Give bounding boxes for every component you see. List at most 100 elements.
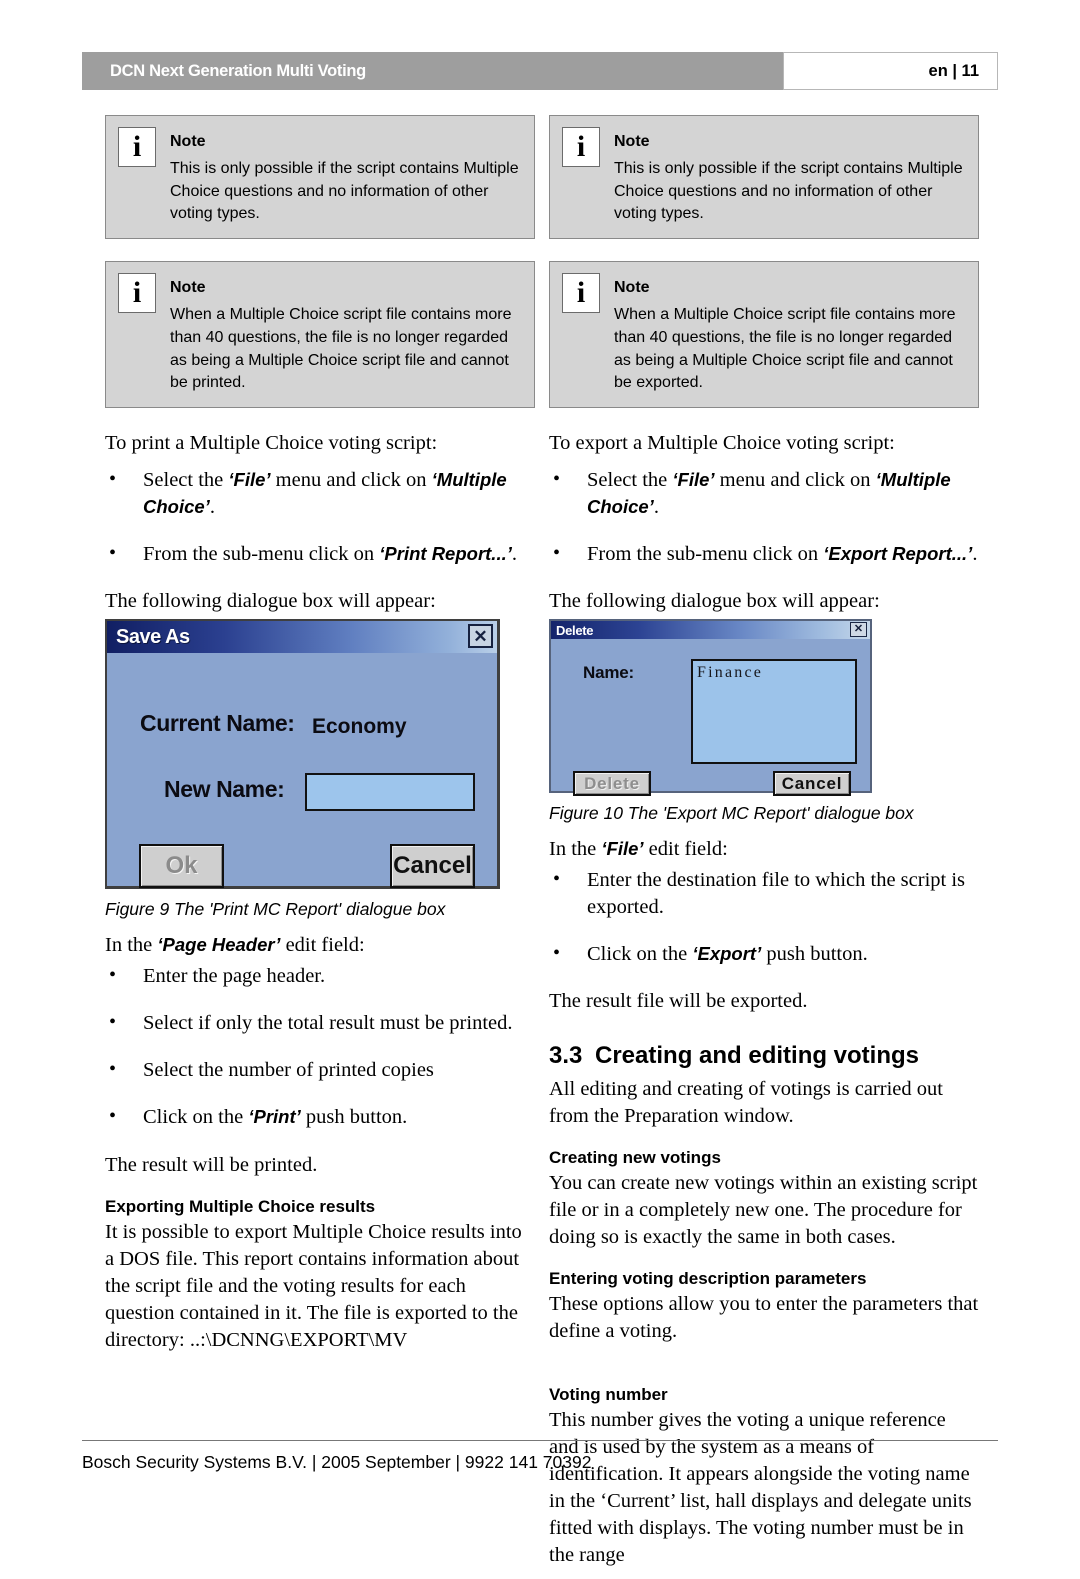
list-item: Click on the ‘Export’ push button. — [549, 940, 979, 968]
footer-divider — [82, 1440, 998, 1441]
voting-number-body: This number gives the voting a unique re… — [549, 1408, 972, 1567]
bullet-text: Click on the — [587, 943, 693, 966]
section-heading-3-3: 3.3 Creating and editing votings — [549, 1042, 979, 1070]
current-name-label: Current Name: — [140, 710, 295, 737]
ui-term-print: ‘Print’ — [248, 1106, 301, 1128]
left-bullet-list-bottom: Enter the page header. Select if only th… — [105, 962, 535, 1131]
ui-term-export-report: ‘Export Report...’ — [823, 543, 973, 565]
right-dialog-lead: The following dialogue box will appear: — [549, 590, 880, 613]
ui-term-page-header: ‘Page Header’ — [157, 934, 281, 956]
dialog-titlebar: Delete ✕ — [551, 621, 870, 640]
right-intro-paragraph: To export a Multiple Choice voting scrip… — [549, 432, 895, 455]
list-item: Select the number of printed copies — [105, 1056, 535, 1084]
left-column: i Note This is only possible if the scri… — [105, 115, 535, 1364]
section-number: 3.3 — [549, 1041, 583, 1069]
new-name-label: New Name: — [164, 776, 285, 803]
voting-number-heading: Voting number — [549, 1384, 668, 1404]
document-title: DCN Next Generation Multi Voting — [110, 61, 366, 80]
right-bullet-list-bottom: Enter the destination file to which the … — [549, 866, 979, 968]
cancel-button[interactable]: Cancel — [390, 844, 475, 889]
bullet-text: From the sub-menu click on — [587, 543, 824, 566]
close-icon[interactable]: ✕ — [468, 624, 493, 649]
creating-new-votings-body: You can create new votings within an exi… — [549, 1171, 978, 1248]
new-name-input[interactable] — [305, 773, 475, 812]
page-footer: Bosch Security Systems B.V. | 2005 Septe… — [82, 1440, 998, 1473]
text-fragment: edit field: — [280, 934, 365, 957]
left-dialog-lead: The following dialogue box will appear: — [105, 590, 436, 613]
page-header: DCN Next Generation Multi Voting en | 11 — [82, 52, 998, 90]
note-text: When a Multiple Choice script file conta… — [170, 306, 512, 392]
left-edit-field-lead: In the ‘Page Header’ edit field: — [105, 932, 535, 959]
current-name-value: Economy — [312, 715, 407, 739]
list-item: Select the ‘File’ menu and click on ‘Mul… — [549, 466, 979, 521]
bullet-text: push button. — [761, 943, 868, 966]
list-item: From the sub-menu click on ‘Print Report… — [105, 540, 535, 568]
ui-term-print-report: ‘Print Report...’ — [379, 543, 512, 565]
ui-term-file: ‘File’ — [228, 469, 271, 491]
bullet-text: Select the — [143, 469, 229, 492]
name-listbox[interactable]: Finance — [691, 659, 857, 765]
bullet-text: Select the — [587, 469, 673, 492]
section-body: All editing and creating of votings is c… — [549, 1077, 943, 1127]
entering-parameters-heading: Entering voting description parameters — [549, 1268, 867, 1288]
note-title: Note — [170, 279, 206, 297]
note-box-print-possible: i Note This is only possible if the scri… — [105, 115, 535, 240]
name-label: Name: — [583, 663, 634, 683]
delete-button[interactable]: Delete — [573, 771, 651, 797]
list-item: Enter the destination file to which the … — [549, 866, 979, 921]
list-item: From the sub-menu click on ‘Export Repor… — [549, 540, 979, 568]
bullet-text: menu and click on — [270, 469, 432, 492]
list-item[interactable]: Finance — [697, 664, 855, 682]
exporting-results-body: It is possible to export Multiple Choice… — [105, 1220, 522, 1351]
text-fragment: In the — [105, 934, 158, 957]
info-icon: i — [118, 127, 156, 167]
list-item: Select the ‘File’ menu and click on ‘Mul… — [105, 466, 535, 521]
bullet-text: . — [972, 543, 978, 566]
note-box-print-limit: i Note When a Multiple Choice script fil… — [105, 261, 535, 409]
right-edit-field-lead: In the ‘File’ edit field: — [549, 836, 979, 863]
info-icon: i — [118, 273, 156, 314]
note-text: This is only possible if the script cont… — [614, 160, 963, 223]
dialog-body: Current Name: Economy New Name: Ok Cance… — [107, 653, 497, 889]
note-text: When a Multiple Choice script file conta… — [614, 306, 956, 392]
right-bullet-list-top: Select the ‘File’ menu and click on ‘Mul… — [549, 466, 979, 568]
note-body: Note When a Multiple Choice script file … — [170, 272, 522, 395]
close-icon[interactable]: ✕ — [850, 622, 867, 638]
cancel-button[interactable]: Cancel — [773, 771, 851, 797]
exporting-results-heading: Exporting Multiple Choice results — [105, 1196, 376, 1216]
ok-button[interactable]: Ok — [139, 844, 224, 889]
list-item: Enter the page header. — [105, 962, 535, 990]
note-body: Note When a Multiple Choice script file … — [614, 272, 966, 395]
note-title: Note — [614, 133, 650, 150]
note-box-export-possible: i Note This is only possible if the scri… — [549, 115, 979, 240]
left-bullet-list-top: Select the ‘File’ menu and click on ‘Mul… — [105, 466, 535, 568]
footer-text: Bosch Security Systems B.V. | 2005 Septe… — [82, 1452, 592, 1472]
figure-10-caption: Figure 10 The 'Export MC Report' dialogu… — [549, 803, 914, 824]
note-text: This is only possible if the script cont… — [170, 160, 519, 223]
bullet-text: menu and click on — [714, 469, 876, 492]
note-title: Note — [170, 133, 206, 150]
info-icon: i — [562, 127, 600, 167]
right-column: i Note This is only possible if the scri… — [549, 115, 979, 1579]
left-result-text: The result will be printed. — [105, 1153, 318, 1176]
note-title: Note — [614, 279, 650, 297]
left-intro-paragraph: To print a Multiple Choice voting script… — [105, 432, 438, 455]
list-item: Click on the ‘Print’ push button. — [105, 1103, 535, 1131]
section-title: Creating and editing votings — [595, 1041, 920, 1069]
bullet-text: . — [511, 543, 517, 566]
header-title-block: DCN Next Generation Multi Voting — [82, 52, 783, 90]
dialog-title: Save As — [116, 625, 190, 648]
creating-new-votings-heading: Creating new votings — [549, 1147, 721, 1167]
bullet-text: . — [653, 496, 659, 519]
list-item: Select if only the total result must be … — [105, 1009, 535, 1037]
dialog-titlebar: Save As ✕ — [107, 621, 497, 654]
text-fragment: edit field: — [643, 838, 728, 861]
text-fragment: In the — [549, 838, 602, 861]
ui-term-export: ‘Export’ — [692, 943, 762, 965]
entering-parameters-body: These options allow you to enter the par… — [549, 1292, 979, 1342]
ui-term-file-field: ‘File’ — [601, 838, 644, 860]
dialog-title: Delete — [556, 622, 594, 638]
note-box-export-limit: i Note When a Multiple Choice script fil… — [549, 261, 979, 409]
right-result-text: The result file will be exported. — [549, 990, 808, 1013]
save-as-dialog-screenshot: Save As ✕ Current Name: Economy New Name… — [105, 619, 500, 890]
